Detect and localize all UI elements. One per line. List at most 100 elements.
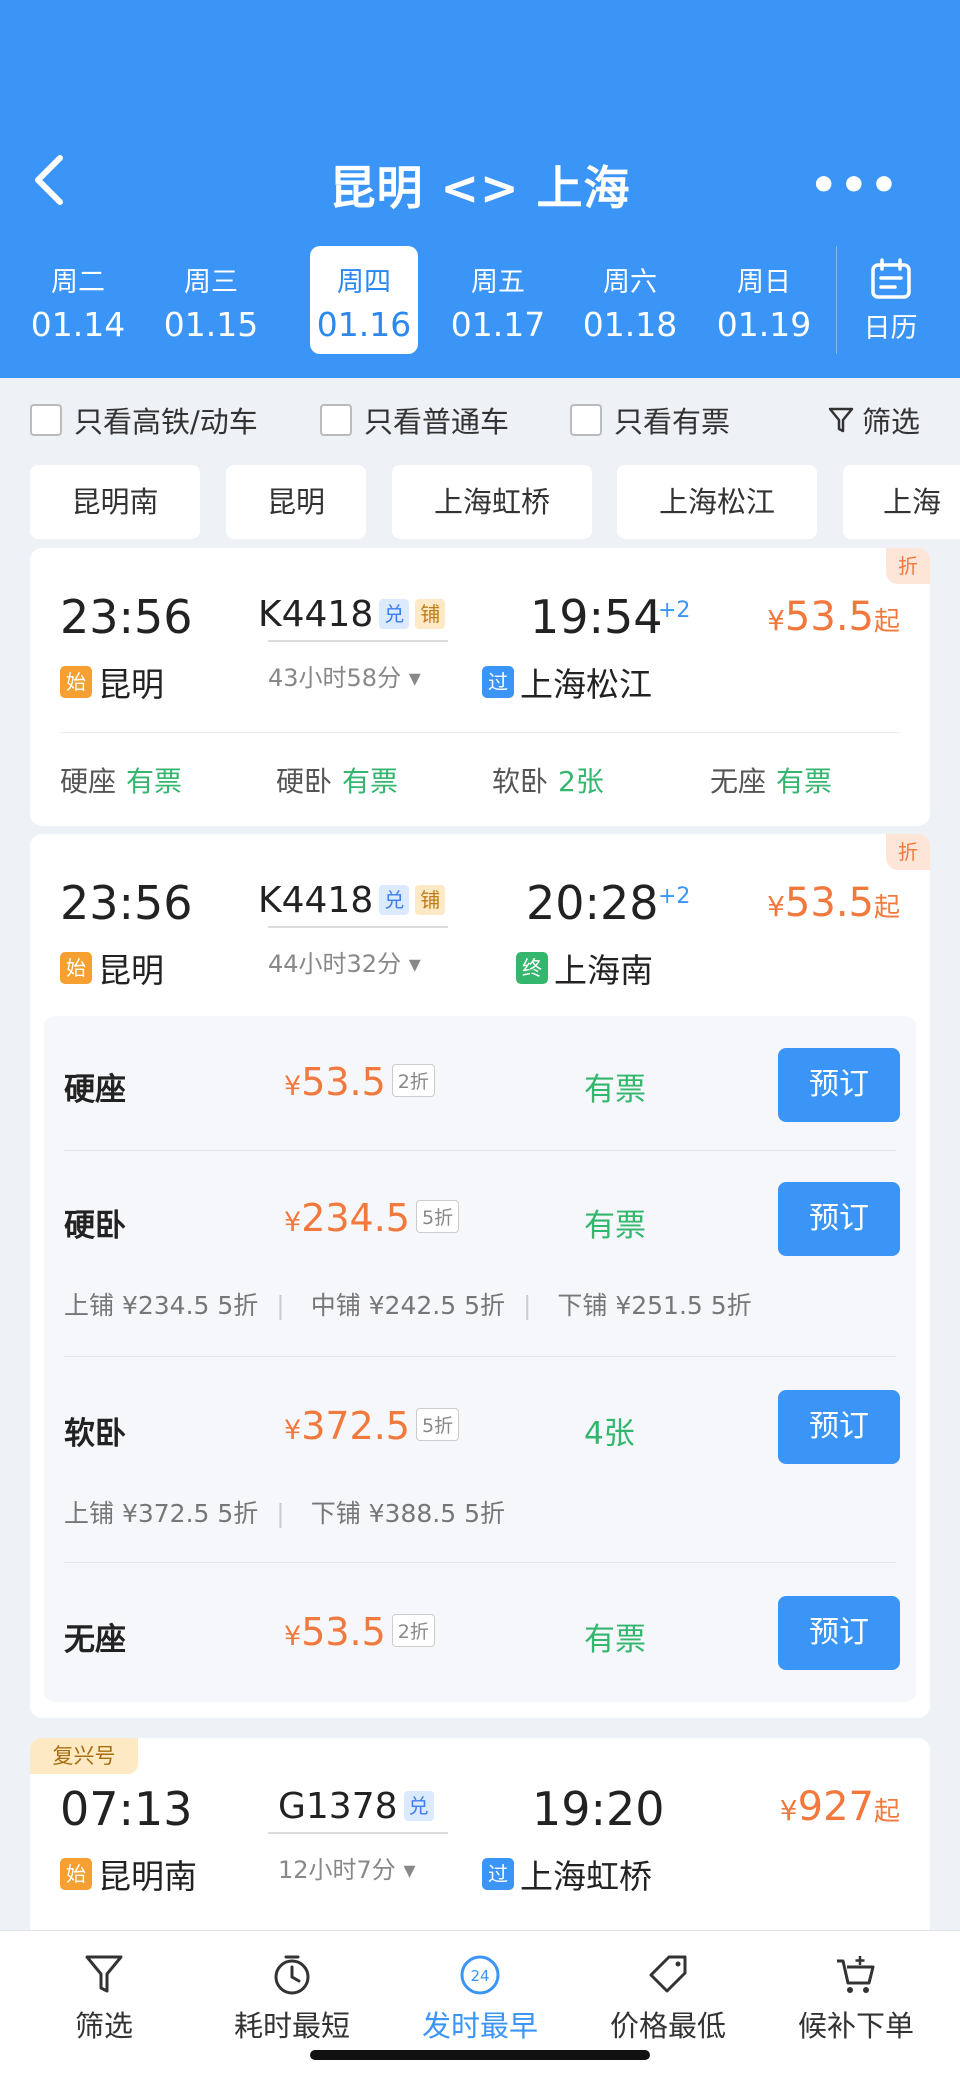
seat-price-value: 53.5 (301, 1610, 386, 1654)
only-highspeed-checkbox[interactable]: 只看高铁/动车 (30, 399, 258, 441)
chevron-down-icon: ▾ (403, 1856, 416, 1884)
depart-time: 23:56 (60, 590, 193, 644)
seat-row: 无座 ¥53.5 2折 有票 预订 (44, 1562, 916, 1702)
duration[interactable]: 43小时58分 ▾ (268, 658, 421, 693)
seat-summary: 软卧 2张 (492, 760, 604, 800)
yen-sign: ¥ (767, 604, 785, 637)
pass-badge: 过 (482, 666, 514, 698)
yen-sign: ¥ (284, 1207, 302, 1238)
sort-shortest-duration-button[interactable]: 耗时最短 (196, 1931, 388, 2045)
seat-price-value: 372.5 (301, 1404, 410, 1448)
train-number: G1378 兑 (278, 1786, 434, 1827)
sort-label: 候补下单 (797, 2009, 914, 2043)
seat-name: 软卧 (492, 765, 549, 798)
svg-text:24: 24 (470, 1967, 489, 1985)
berth-tag: 铺 (415, 885, 446, 915)
yen-sign: ¥ (284, 1621, 302, 1652)
date-tab-selected[interactable]: 周四 01.16 (310, 246, 418, 354)
date-tab[interactable]: 周三 01.15 (157, 246, 265, 354)
seat-price: ¥372.5 5折 (284, 1404, 460, 1448)
waitlist-order-button[interactable]: 候补下单 (760, 1931, 952, 2045)
checkbox-label: 只看普通车 (364, 405, 510, 439)
duration[interactable]: 12小时7分 ▾ (278, 1850, 416, 1885)
yen-sign: ¥ (767, 890, 785, 923)
date-tab[interactable]: 周六 01.18 (576, 246, 684, 354)
to-station-name: 上海松江 (520, 665, 652, 704)
date-tab[interactable]: 周五 01.17 (444, 246, 552, 354)
duration-line (268, 1832, 448, 1834)
yen-sign: ¥ (779, 1794, 798, 1827)
train-number-text: G1378 (278, 1786, 398, 1827)
lowest-price: ¥53.5起 (767, 594, 900, 640)
berth-discount: 5折 (710, 1291, 752, 1320)
seat-name: 无座 (710, 765, 767, 798)
book-button[interactable]: 预订 (778, 1390, 900, 1464)
sort-filter-button[interactable]: 筛选 (8, 1931, 200, 2045)
price-suffix: 起 (873, 1797, 900, 1827)
seat-availability: 4张 (584, 1416, 635, 1452)
start-badge: 始 (60, 952, 92, 984)
calendar-button[interactable]: 日历 (836, 246, 944, 354)
berth-discount: 5折 (464, 1499, 505, 1528)
from-station-name: 昆明 (98, 951, 164, 990)
date-value: 01.19 (716, 305, 812, 344)
train-number-text: K4418 (258, 594, 374, 635)
discount-tag: 5折 (415, 1408, 460, 1441)
filter-label: 筛选 (861, 405, 920, 439)
sort-label: 发时最早 (421, 2009, 538, 2043)
berth-price: 中铺 ¥242.5 (310, 1291, 457, 1320)
seat-availability: 有票 (126, 765, 183, 798)
train-card[interactable]: 复兴号 07:13 G1378 兑 12小时7分 ▾ 19:20 ¥927起 始昆… (30, 1738, 930, 1938)
only-regular-checkbox[interactable]: 只看普通车 (320, 399, 509, 441)
arrive-time: 20:28 (526, 876, 659, 930)
only-available-checkbox[interactable]: 只看有票 (570, 399, 730, 441)
checkbox-box (320, 404, 352, 436)
station-chip[interactable]: 上海松江 (617, 465, 817, 539)
sort-earliest-departure-button[interactable]: 24 发时最早 (384, 1931, 576, 2045)
date-value: 01.16 (316, 305, 412, 344)
book-button[interactable]: 预订 (778, 1182, 900, 1256)
duration[interactable]: 44小时32分 ▾ (268, 944, 421, 979)
discount-tag: 2折 (391, 1064, 435, 1097)
train-card-expanded[interactable]: 折 23:56 K4418 兑铺 44小时32分 ▾ 20:28 +2 ¥53.5… (30, 834, 930, 1718)
home-indicator (310, 2050, 650, 2060)
checkbox-box (30, 404, 62, 436)
train-number: K4418 兑铺 (258, 594, 446, 635)
date-value: 01.17 (450, 305, 546, 344)
date-value: 01.18 (582, 305, 678, 344)
lowest-price: ¥53.5起 (767, 880, 900, 926)
to-station: 终上海南 (516, 944, 653, 992)
berth-discount: 5折 (217, 1499, 259, 1528)
date-weekday: 周六 (603, 267, 657, 298)
day-offset: +2 (658, 884, 691, 909)
book-button[interactable]: 预订 (778, 1596, 900, 1670)
to-station: 过上海松江 (482, 658, 652, 706)
sort-lowest-price-button[interactable]: 价格最低 (572, 1931, 764, 2045)
to-station: 过上海虹桥 (482, 1850, 652, 1898)
date-tab[interactable]: 周日 01.19 (710, 246, 818, 354)
sort-label: 耗时最短 (233, 2009, 350, 2043)
station-chip[interactable]: 昆明 (226, 465, 366, 539)
train-card[interactable]: 折 23:56 K4418 兑铺 43小时58分 ▾ 19:54 +2 ¥53.5… (30, 548, 930, 826)
more-button[interactable]: ••• (810, 160, 900, 211)
station-chip[interactable]: 上海 (843, 465, 960, 539)
station-chip[interactable]: 昆明南 (30, 465, 200, 539)
date-weekday: 周二 (51, 267, 105, 298)
berth-prices: 上铺 ¥372.5 5折 | 下铺 ¥388.5 5折 (64, 1499, 505, 1528)
seat-price: ¥234.5 5折 (284, 1196, 460, 1240)
book-button[interactable]: 预订 (778, 1048, 900, 1122)
duration-text: 43小时58分 (268, 664, 402, 692)
seat-type: 硬座 (64, 1072, 126, 1108)
berth-price: 上铺 ¥372.5 (64, 1499, 210, 1528)
seat-availability: 有票 (342, 765, 399, 798)
seat-type: 无座 (64, 1622, 126, 1658)
seat-price: ¥53.5 2折 (284, 1610, 435, 1654)
sort-label: 筛选 (74, 2009, 133, 2043)
filter-button[interactable]: 筛选 (828, 399, 920, 441)
seat-summary: 无座 有票 (710, 760, 832, 800)
date-weekday: 周日 (737, 267, 791, 298)
berth-discount: 5折 (217, 1291, 259, 1320)
yen-sign: ¥ (284, 1415, 302, 1446)
station-chip[interactable]: 上海虹桥 (392, 465, 592, 539)
date-tab[interactable]: 周二 01.14 (24, 246, 132, 354)
